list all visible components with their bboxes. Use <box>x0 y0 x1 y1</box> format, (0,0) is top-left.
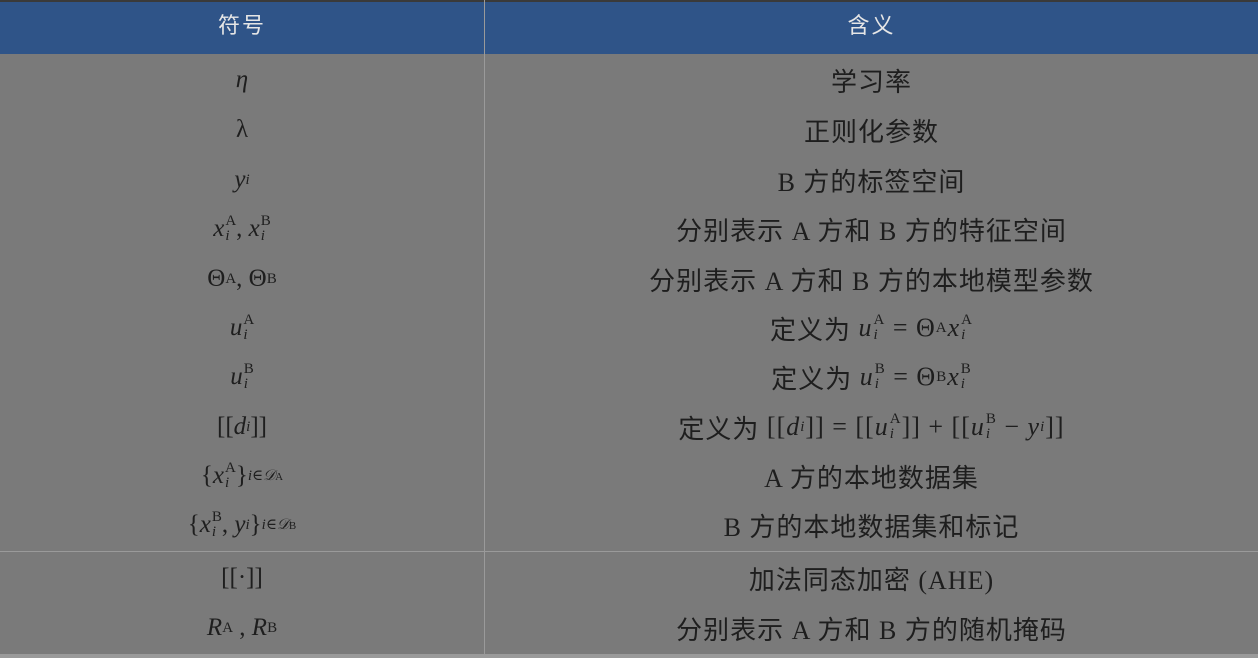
column-divider <box>484 0 485 658</box>
header-meaning: 含义 <box>847 14 896 39</box>
symbol-cell: uAi <box>229 312 255 343</box>
table-row: η 学习率 <box>0 55 1258 105</box>
meaning-prefix: 定义为 <box>771 364 853 394</box>
symbol-cell: ΘA, ΘB <box>207 265 277 292</box>
table-row: {x Bi, y i} i∈𝒟B B 方的本地数据集和标记 <box>0 500 1258 550</box>
table-row: {x Ai} i∈𝒟A A 方的本地数据集 <box>0 451 1258 501</box>
table-row: uAi 定义为 uAi = ΘAxAi <box>0 303 1258 353</box>
meaning-cell: 定义为 uBi = ΘBxBi <box>485 352 1258 402</box>
symbol-cell: [[·]] <box>221 564 263 591</box>
meaning-cell: B 方的标签空间 <box>777 167 966 197</box>
symbol-cell: η <box>235 66 249 93</box>
meaning-prefix: 定义为 <box>769 315 851 345</box>
symbol-cell: {x Bi, y i} i∈𝒟B <box>187 509 297 540</box>
meaning-cell: 分别表示 A 方和 B 方的本地模型参数 <box>649 266 1094 296</box>
symbol-cell: {x Ai} i∈𝒟A <box>200 460 284 491</box>
table-row: xAi, xBi 分别表示 A 方和 B 方的特征空间 <box>0 204 1258 254</box>
meaning-cell: 定义为 uAi = ΘAxAi <box>485 303 1258 353</box>
notation-table: 符号 含义 η 学习率 λ 正则化参数 yi B 方的标签空间 xAi, xBi… <box>0 0 1258 658</box>
table-row: [[·]] 加法同态加密 (AHE) <box>0 553 1258 603</box>
meaning-cell: 学习率 <box>830 67 912 97</box>
meaning-cell: 加法同态加密 (AHE) <box>748 565 995 595</box>
table-header: 符号 含义 <box>0 0 1258 54</box>
table-row: yi B 方的标签空间 <box>0 155 1258 205</box>
meaning-cell: A 方的本地数据集 <box>764 463 979 493</box>
symbol-cell: λ <box>235 116 249 143</box>
meaning-cell: 分别表示 A 方和 B 方的随机掩码 <box>676 615 1067 645</box>
symbol-cell: RA , RB <box>206 614 278 641</box>
symbol-cell: uBi <box>230 361 254 392</box>
meaning-cell: 分别表示 A 方和 B 方的特征空间 <box>676 216 1067 246</box>
table-row: uBi 定义为 uBi = ΘBxBi <box>0 352 1258 402</box>
bottom-rule <box>0 654 1258 658</box>
meaning-cell: 定义为 [[d i]] = [[u Ai]] + [[u Bi − y i]] <box>485 402 1258 452</box>
table-row: ΘA, ΘB 分别表示 A 方和 B 方的本地模型参数 <box>0 254 1258 304</box>
table-row: RA , RB 分别表示 A 方和 B 方的随机掩码 <box>0 603 1258 653</box>
meaning-cell: B 方的本地数据集和标记 <box>723 512 1020 542</box>
meaning-cell: 正则化参数 <box>803 117 939 147</box>
symbol-cell: [[d i]] <box>217 413 267 440</box>
symbol-cell: yi <box>234 166 250 193</box>
table-row: λ 正则化参数 <box>0 105 1258 155</box>
header-symbol: 符号 <box>217 14 266 39</box>
section-divider <box>0 551 1258 552</box>
meaning-prefix: 定义为 <box>678 414 760 444</box>
table-row: [[d i]] 定义为 [[d i]] = [[u Ai]] + [[u Bi − yi… <box>0 402 1258 452</box>
symbol-cell: xAi, xBi <box>213 213 271 244</box>
